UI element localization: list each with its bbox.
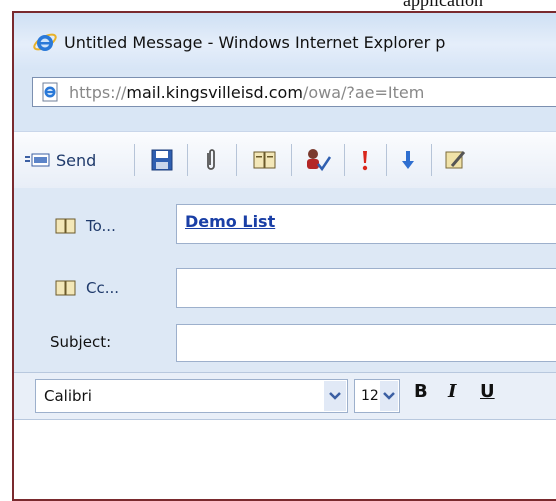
chevron-down-icon[interactable] [324, 381, 346, 411]
address-book-icon [55, 218, 76, 234]
ie-logo-icon [33, 33, 57, 51]
recipient-demo-list[interactable]: Demo List [185, 212, 275, 231]
send-button[interactable]: Send [24, 146, 96, 174]
cc-button[interactable]: Cc... [54, 278, 119, 298]
toolbar-separator [344, 144, 345, 176]
toolbar-separator [134, 144, 135, 176]
save-button[interactable] [151, 146, 173, 174]
send-label: Send [56, 150, 97, 170]
url-path: /owa/?ae=Item [302, 82, 425, 102]
to-button[interactable]: To... [54, 216, 116, 236]
check-names-button[interactable] [304, 146, 332, 174]
check-names-icon [307, 149, 332, 172]
compose-form: To... Demo List Cc... Subject: Calibri 1… [14, 188, 556, 499]
toolbar-separator [431, 144, 432, 176]
attach-button[interactable] [204, 146, 218, 174]
to-field[interactable]: Demo List [176, 204, 556, 244]
subject-field[interactable] [176, 324, 556, 362]
importance-high-button[interactable] [359, 146, 371, 174]
importance-high-icon [362, 151, 368, 171]
browser-window: Untitled Message - Windows Internet Expl… [12, 11, 556, 501]
toolbar-separator [386, 144, 387, 176]
background-text: application [403, 0, 483, 10]
toolbar-separator [291, 144, 292, 176]
options-icon [445, 151, 466, 169]
url-domain: mail.kingsvilleisd.com [126, 82, 303, 102]
font-size-value: 12 [361, 388, 379, 404]
save-icon [151, 149, 173, 171]
send-icon [25, 153, 50, 167]
font-size-select[interactable]: 12 [354, 379, 400, 413]
title-bar: Untitled Message - Windows Internet Expl… [14, 13, 556, 70]
url-text[interactable]: https://mail.kingsvilleisd.com/owa/?ae=I… [69, 83, 424, 102]
formatting-toolbar: Calibri 12 B I U [14, 372, 556, 419]
cc-label: Cc... [86, 279, 120, 297]
italic-button[interactable]: I [448, 381, 456, 402]
attach-icon [207, 149, 215, 170]
font-name-value: Calibri [44, 387, 92, 405]
importance-low-icon [402, 151, 414, 169]
toolbar-separator [236, 144, 237, 176]
window-title: Untitled Message - Windows Internet Expl… [64, 32, 446, 52]
message-toolbar: Send [14, 131, 556, 189]
title-row: Untitled Message - Windows Internet Expl… [32, 29, 445, 55]
to-label: To... [86, 217, 116, 235]
toolbar-separator [187, 144, 188, 176]
cc-field[interactable] [176, 268, 556, 308]
underline-button[interactable]: U [480, 381, 495, 402]
chevron-down-icon[interactable] [380, 381, 398, 411]
url-prefix: https:// [69, 82, 127, 102]
address-bar[interactable]: https://mail.kingsvilleisd.com/owa/?ae=I… [32, 77, 556, 107]
font-name-select[interactable]: Calibri [35, 379, 348, 413]
message-body-editor[interactable] [14, 419, 556, 499]
importance-low-button[interactable] [401, 146, 415, 174]
address-book-button[interactable] [252, 146, 278, 174]
address-book-icon [55, 280, 76, 296]
subject-label: Subject: [50, 333, 112, 351]
options-button[interactable] [444, 146, 468, 174]
address-book-icon [253, 151, 276, 169]
page-icon [42, 82, 58, 102]
bold-button[interactable]: B [414, 381, 428, 402]
